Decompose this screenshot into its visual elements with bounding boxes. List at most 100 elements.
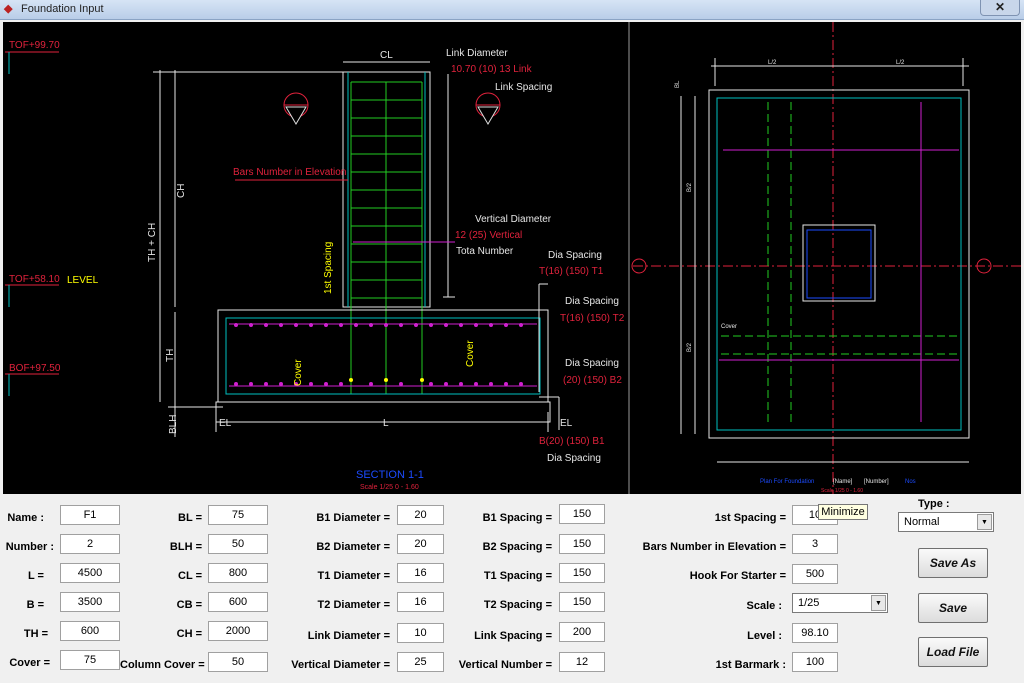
- b2-marks-label: (20) (150) B2: [563, 375, 622, 386]
- t2-diameter-field[interactable]: [397, 592, 444, 612]
- plan-title-name: [Name]: [833, 479, 853, 485]
- t2-diameter-label: T2 Diameter =: [317, 599, 390, 611]
- level-marks: TOF+99.70 TOF+58.10 LEVEL BOF+97.50: [5, 40, 99, 396]
- save-as-button[interactable]: Save As: [918, 548, 988, 578]
- first-barmark-field[interactable]: [792, 652, 838, 672]
- cl-dim-label: CL: [380, 50, 393, 61]
- dia-spacing-3-label: Dia Spacing: [565, 358, 619, 369]
- b2-diameter-field[interactable]: [397, 534, 444, 554]
- b1-diameter-field[interactable]: [397, 505, 444, 525]
- b2-spacing-field[interactable]: [559, 534, 605, 554]
- b1-spacing-label: B1 Spacing =: [482, 512, 552, 524]
- ch-dim-label: CH: [176, 184, 187, 198]
- plan-top-dim-right: L/2: [896, 60, 905, 66]
- vertical-diameter-field[interactable]: [397, 652, 444, 672]
- foundation-input-window: ◆ Foundation Input ✕ TOF+99.70 TOF+58.10…: [0, 0, 1024, 683]
- th-dim-label: TH: [165, 349, 176, 362]
- bars-elevation-field-label: Bars Number in Elevation =: [642, 541, 786, 553]
- link-diameter-field-label: Link Diameter =: [307, 630, 390, 642]
- b-field[interactable]: [60, 592, 120, 612]
- l-dim-label: L: [383, 418, 389, 429]
- t1-spacing-label: T1 Spacing =: [483, 570, 552, 582]
- first-barmark-label: 1st Barmark :: [715, 659, 786, 671]
- scale-select-value: 1/25: [798, 597, 820, 609]
- plan-bl-label: BL: [675, 80, 681, 88]
- vertical-diameter-field-label: Vertical Diameter =: [291, 659, 390, 671]
- l-field[interactable]: [60, 563, 120, 583]
- column-cover-label: Column Cover =: [120, 659, 205, 671]
- link-spacing-field[interactable]: [559, 622, 605, 642]
- ch-label: CH =: [176, 628, 202, 640]
- link-marks-label: 10.70 (10) 13 Link: [451, 64, 533, 75]
- first-spacing-label: 1st Spacing: [323, 242, 334, 294]
- plan-top-dim-left: L/2: [768, 60, 777, 66]
- t1-spacing-field[interactable]: [559, 563, 605, 583]
- cover-right-label: Cover: [465, 340, 476, 367]
- link-diameter-label: Link Diameter: [446, 48, 508, 59]
- title-bar[interactable]: ◆ Foundation Input ✕: [0, 0, 1024, 20]
- bl-field[interactable]: [208, 505, 268, 525]
- hook-starter-label: Hook For Starter =: [689, 570, 786, 582]
- link-spacing-label: Link Spacing: [495, 82, 552, 93]
- t1-marks-label: T(16) (150) T1: [539, 266, 604, 277]
- plan-left-dim-top: B/2: [687, 182, 693, 192]
- plan-title-number: [Number]: [864, 479, 889, 485]
- number-field[interactable]: [60, 534, 120, 554]
- plan-title-prefix: Plan For Foundation: [760, 479, 814, 485]
- close-button[interactable]: ✕: [980, 0, 1020, 16]
- el-left-label: EL: [219, 418, 232, 429]
- blh-field[interactable]: [208, 534, 268, 554]
- tof-mid-label: TOF+58.10: [9, 274, 60, 285]
- number-label: Number :: [5, 541, 54, 553]
- bars-elevation-label: Bars Number in Elevation: [233, 167, 346, 178]
- link-diameter-field[interactable]: [397, 623, 444, 643]
- blh-label: BLH =: [169, 541, 202, 553]
- cad-drawing-area: TOF+99.70 TOF+58.10 LEVEL BOF+97.50 CL C…: [3, 22, 1021, 494]
- vertical-number-field[interactable]: [559, 652, 605, 672]
- plan-view: [631, 22, 1021, 494]
- bars-elevation-field[interactable]: [792, 534, 838, 554]
- bof-label: BOF+97.50: [9, 363, 61, 374]
- type-select[interactable]: Normal ▼: [898, 512, 994, 532]
- cover-left-label: Cover: [293, 359, 304, 386]
- column-section: [342, 71, 431, 394]
- vertical-marks-label: 12 (25) Vertical: [455, 230, 522, 241]
- blh-dim-label: BLH: [168, 415, 179, 434]
- column-cover-field[interactable]: [208, 652, 268, 672]
- t2-marks-label: T(16) (150) T2: [560, 313, 625, 324]
- name-field[interactable]: [60, 505, 120, 525]
- cl-field[interactable]: [208, 563, 268, 583]
- plan-labels: L/2 L/2 B/2 B/2 BL Cover Plan For Founda…: [675, 60, 916, 494]
- th-field[interactable]: [60, 621, 120, 641]
- load-file-button[interactable]: Load File: [918, 637, 988, 667]
- cover-field[interactable]: [60, 650, 120, 670]
- window-title: Foundation Input: [21, 3, 104, 15]
- chevron-down-icon[interactable]: ▼: [871, 595, 886, 611]
- total-number-label: Tota Number: [456, 246, 514, 257]
- bl-label: BL =: [178, 512, 202, 524]
- plan-title-suffix: Nos: [905, 479, 916, 485]
- hook-starter-field[interactable]: [792, 564, 838, 584]
- b1-spacing-field[interactable]: [559, 504, 605, 524]
- link-spacing-field-label: Link Spacing =: [474, 630, 552, 642]
- tof-top-label: TOF+99.70: [9, 40, 60, 51]
- scale-select[interactable]: 1/25 ▼: [792, 593, 888, 613]
- level-label: Level :: [747, 630, 782, 642]
- chevron-down-icon[interactable]: ▼: [977, 514, 992, 530]
- save-button[interactable]: Save: [918, 593, 988, 623]
- foundation-form: Name : Number : L = B = TH = Cover = BL …: [0, 494, 1024, 683]
- b2-diameter-label: B2 Diameter =: [316, 541, 390, 553]
- plan-cover-label: Cover: [721, 324, 737, 330]
- vertical-number-label: Vertical Number =: [458, 659, 552, 671]
- t1-diameter-field[interactable]: [397, 563, 444, 583]
- app-icon: ◆: [4, 3, 13, 15]
- level-field[interactable]: [792, 623, 838, 643]
- cb-field[interactable]: [208, 592, 268, 612]
- t2-spacing-field[interactable]: [559, 592, 605, 612]
- b1-diameter-label: B1 Diameter =: [316, 512, 390, 524]
- b2-spacing-label: B2 Spacing =: [482, 541, 552, 553]
- vertical-diameter-label: Vertical Diameter: [475, 214, 552, 225]
- ch-field[interactable]: [208, 621, 268, 641]
- b-label: B =: [26, 599, 44, 611]
- plan-left-dim-bottom: B/2: [687, 342, 693, 352]
